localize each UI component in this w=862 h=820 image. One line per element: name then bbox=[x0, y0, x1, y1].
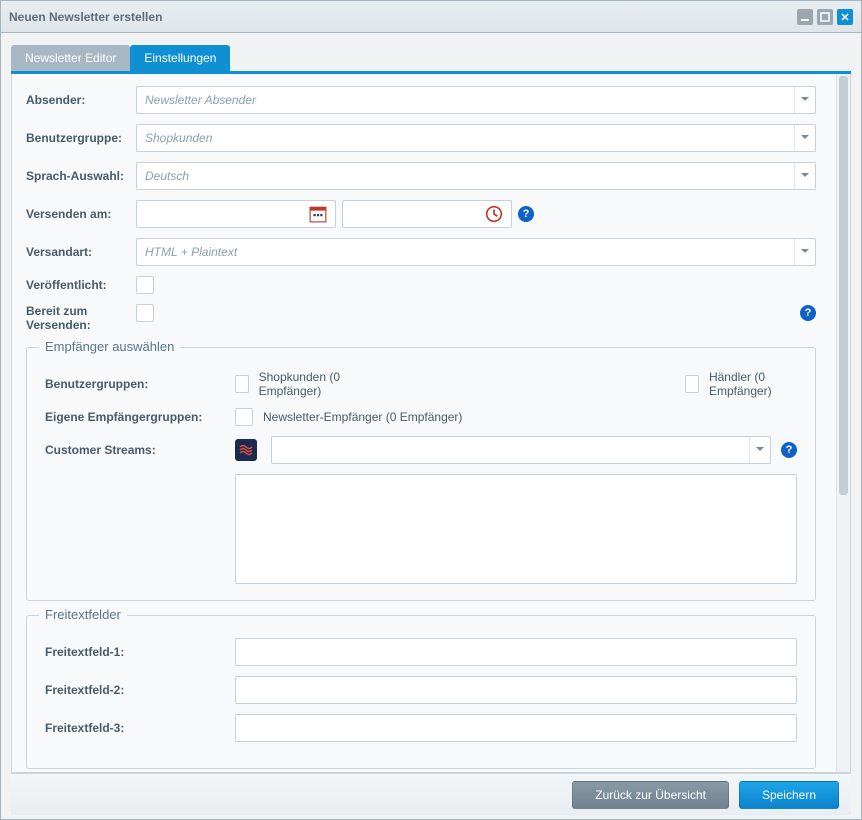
label-freetext-3: Freitextfeld-3: bbox=[45, 721, 235, 735]
published-checkbox[interactable] bbox=[136, 276, 154, 294]
help-icon[interactable]: ? bbox=[518, 206, 534, 222]
form-scroll-region[interactable]: Absender: Newsletter Absender Benutzergr… bbox=[12, 74, 836, 772]
vertical-scrollbar[interactable] bbox=[836, 74, 850, 772]
window-close-button[interactable] bbox=[837, 9, 853, 25]
window-title: Neuen Newsletter erstellen bbox=[9, 10, 162, 24]
dealers-checkbox-label: Händler (0 Empfänger) bbox=[709, 370, 797, 398]
ready-to-send-checkbox[interactable] bbox=[136, 304, 154, 322]
chevron-down-icon bbox=[755, 443, 765, 457]
recipients-fieldset: Empfänger auswählen Benutzergruppen: Sho… bbox=[26, 347, 816, 601]
label-sender: Absender: bbox=[26, 93, 136, 107]
customer-streams-icon bbox=[235, 439, 257, 461]
newsletter-recipients-checkbox-label: Newsletter-Empfänger (0 Empfänger) bbox=[263, 410, 462, 424]
label-ready-to-send: Bereit zum Versenden: bbox=[26, 304, 136, 333]
language-select-trigger[interactable] bbox=[794, 163, 814, 189]
calendar-icon[interactable] bbox=[309, 205, 327, 223]
help-icon[interactable]: ? bbox=[781, 442, 797, 458]
label-delivery-type: Versandart: bbox=[26, 245, 136, 259]
delivery-type-trigger[interactable] bbox=[794, 239, 814, 265]
sender-select-value: Newsletter Absender bbox=[145, 93, 794, 107]
footer-toolbar: Zurück zur Übersicht Speichern bbox=[11, 773, 851, 815]
shopcustomers-checkbox[interactable] bbox=[235, 375, 249, 393]
chevron-down-icon bbox=[800, 131, 810, 145]
language-select[interactable]: Deutsch bbox=[136, 162, 816, 190]
freetext-2-input[interactable] bbox=[235, 676, 797, 704]
usergroup-select-trigger[interactable] bbox=[794, 125, 814, 151]
window-minimize-button[interactable] bbox=[797, 9, 813, 25]
label-published: Veröffentlicht: bbox=[26, 278, 136, 292]
save-button[interactable]: Speichern bbox=[739, 781, 839, 809]
send-date-input[interactable] bbox=[136, 200, 336, 228]
form-body: Absender: Newsletter Absender Benutzergr… bbox=[11, 74, 851, 773]
help-icon[interactable]: ? bbox=[800, 305, 816, 321]
scrollbar-thumb[interactable] bbox=[839, 76, 848, 495]
clock-icon[interactable] bbox=[485, 205, 503, 223]
freetext-fieldset: Freitextfelder Freitextfeld-1: Freitextf… bbox=[26, 615, 816, 769]
tab-bar: Newsletter Editor Einstellungen bbox=[11, 43, 851, 71]
sender-select-trigger[interactable] bbox=[794, 87, 814, 113]
label-recipient-usergroups: Benutzergruppen: bbox=[45, 377, 235, 391]
sender-select[interactable]: Newsletter Absender bbox=[136, 86, 816, 114]
newsletter-recipients-checkbox[interactable] bbox=[235, 408, 253, 426]
chevron-down-icon bbox=[800, 93, 810, 107]
delivery-type-value: HTML + Plaintext bbox=[145, 245, 794, 259]
newsletter-window: Neuen Newsletter erstellen Newsletter Ed… bbox=[0, 0, 862, 820]
label-freetext-2: Freitextfeld-2: bbox=[45, 683, 235, 697]
freetext-1-input[interactable] bbox=[235, 638, 797, 666]
shopcustomers-checkbox-label: Shopkunden (0 Empfänger) bbox=[259, 370, 366, 398]
delivery-type-select[interactable]: HTML + Plaintext bbox=[136, 238, 816, 266]
customer-streams-select[interactable] bbox=[271, 436, 771, 464]
window-titlebar: Neuen Newsletter erstellen bbox=[1, 1, 861, 33]
window-maximize-button[interactable] bbox=[817, 9, 833, 25]
back-to-overview-button[interactable]: Zurück zur Übersicht bbox=[572, 781, 729, 809]
recipients-fieldset-title: Empfänger auswählen bbox=[39, 339, 180, 354]
label-freetext-1: Freitextfeld-1: bbox=[45, 645, 235, 659]
label-own-groups: Eigene Empfängergruppen: bbox=[45, 410, 235, 424]
label-send-on: Versenden am: bbox=[26, 207, 136, 221]
tab-newsletter-editor[interactable]: Newsletter Editor bbox=[11, 45, 130, 71]
chevron-down-icon bbox=[800, 245, 810, 259]
customer-streams-list[interactable] bbox=[235, 474, 797, 584]
customer-streams-trigger[interactable] bbox=[749, 437, 769, 463]
label-usergroup: Benutzergruppe: bbox=[26, 131, 136, 145]
dealers-checkbox[interactable] bbox=[685, 375, 699, 393]
chevron-down-icon bbox=[800, 169, 810, 183]
freetext-fieldset-title: Freitextfelder bbox=[39, 607, 127, 622]
send-time-input[interactable] bbox=[342, 200, 512, 228]
usergroup-select-value: Shopkunden bbox=[145, 131, 794, 145]
language-select-value: Deutsch bbox=[145, 169, 794, 183]
tab-settings[interactable]: Einstellungen bbox=[130, 45, 230, 71]
label-customer-streams: Customer Streams: bbox=[45, 443, 235, 457]
usergroup-select[interactable]: Shopkunden bbox=[136, 124, 816, 152]
freetext-3-input[interactable] bbox=[235, 714, 797, 742]
label-language: Sprach-Auswahl: bbox=[26, 169, 136, 183]
